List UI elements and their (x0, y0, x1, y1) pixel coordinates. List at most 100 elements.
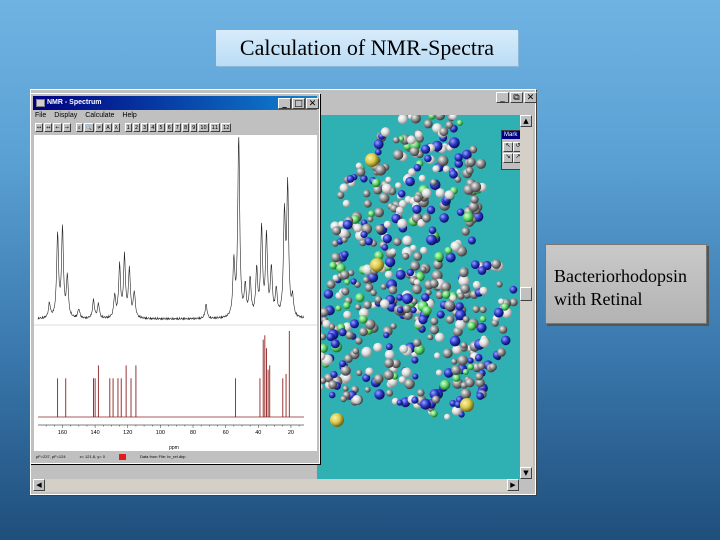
x-axis-label: ppm (169, 445, 179, 451)
page-1-button[interactable]: 1 (124, 123, 132, 132)
atom-grey (402, 252, 410, 260)
atom-grey (417, 388, 425, 397)
expand-right-icon[interactable]: ↔ (44, 123, 53, 132)
atom-white (339, 183, 349, 193)
x-tick-label-60: 60 (223, 430, 229, 436)
atom-grey (410, 115, 421, 124)
atom-grey (362, 276, 370, 284)
atom-green (479, 315, 487, 323)
page-2-button[interactable]: 2 (132, 123, 141, 132)
x-tick-label-160: 160 (58, 430, 67, 436)
nmr-minimize-button[interactable]: _ (278, 98, 291, 109)
text-icon[interactable]: A (104, 123, 112, 132)
scroll-up-icon[interactable]: ▲ (520, 115, 532, 127)
atom-grey (445, 121, 454, 129)
nmr-spectrum-chart: ppm 160 140 120 100 80 60 40 20 (34, 136, 317, 451)
atom-blue (436, 310, 445, 319)
menu-file[interactable]: File (35, 112, 46, 119)
nmr-spectrum-window[interactable]: NMR - Spectrum _ □ ✕ File Display Calcul… (30, 93, 320, 464)
page-8-button[interactable]: 8 (181, 123, 190, 132)
atom-grey (445, 315, 455, 324)
atom-grey (340, 395, 347, 403)
page-9-button[interactable]: 9 (190, 123, 198, 132)
horizontal-scrollbar[interactable]: ◀ ▶ (33, 479, 519, 492)
atom-white (442, 165, 450, 173)
atom-white (397, 115, 408, 125)
page-5-button[interactable]: 5 (157, 123, 165, 132)
atom-blue (421, 144, 431, 154)
atom-white (401, 367, 412, 378)
page-7-button[interactable]: 7 (173, 123, 181, 132)
scroll-left-icon[interactable]: ◀ (33, 479, 45, 491)
atom-blue (373, 139, 384, 150)
atom-blue (426, 205, 436, 215)
zoom-icon[interactable]: ⌕ (75, 123, 83, 132)
atom-grey (326, 279, 336, 289)
atom-grey (451, 365, 461, 375)
atom-white (472, 280, 481, 289)
atom-white (434, 332, 445, 343)
nmr-close-button[interactable]: ✕ (306, 98, 319, 109)
atom-green (422, 306, 432, 316)
atom-grey (472, 305, 480, 313)
marker-icon[interactable]: ≠ (95, 123, 104, 132)
atom-grey (390, 322, 397, 330)
menu-display[interactable]: Display (54, 112, 77, 119)
expand-left-icon[interactable]: ↔ (35, 123, 44, 132)
menu-help[interactable]: Help (122, 112, 136, 119)
atom-blue (341, 250, 349, 259)
spectrum-plot-area[interactable]: ppm 160 140 120 100 80 60 40 20 (34, 135, 317, 451)
atom-green (358, 314, 368, 324)
atom-grey (429, 279, 439, 288)
scroll-right-icon[interactable]: ▶ (507, 479, 519, 491)
arrow-right-icon[interactable]: → (62, 123, 71, 132)
vertical-scrollbar[interactable]: ▲ ▼ (520, 115, 533, 479)
atom-blue (410, 306, 417, 314)
atom-grey (332, 226, 342, 236)
atom-grey (342, 385, 349, 392)
atom-grey (470, 195, 479, 204)
atom-blue (467, 357, 474, 364)
atom-blue (411, 356, 419, 364)
page-10-button[interactable]: 10 (198, 123, 209, 132)
atom-grey (385, 389, 394, 397)
atom-grey (460, 388, 472, 400)
atom-grey (388, 285, 398, 295)
page-3-button[interactable]: 3 (141, 123, 149, 132)
molecule-render-area[interactable] (317, 115, 522, 479)
caption-line-2: with Retinal (554, 289, 643, 309)
atom-grey (430, 178, 438, 186)
atom-blue (383, 332, 390, 339)
atom-grey (356, 369, 363, 376)
page-6-button[interactable]: 6 (165, 123, 173, 132)
scroll-down-icon[interactable]: ▼ (520, 467, 532, 479)
atom-grey (374, 207, 384, 218)
atom-grey (423, 119, 433, 129)
atom-grey (378, 192, 390, 204)
restore-button[interactable]: ⧉ (510, 92, 523, 103)
mark-select-icon[interactable]: ↘ (503, 153, 513, 163)
atom-blue (467, 236, 476, 245)
atom-grey (392, 136, 400, 144)
lambda-icon[interactable]: λ (112, 123, 120, 132)
atom-blue (448, 137, 460, 149)
mark-arrow-icon[interactable]: ↖ (503, 142, 513, 152)
atom-blue (413, 164, 422, 172)
page-11-button[interactable]: 11 (209, 123, 221, 132)
arrow-left-icon[interactable]: ← (53, 123, 62, 132)
nmr-maximize-button[interactable]: □ (292, 98, 305, 109)
atom-grey (488, 363, 497, 372)
atom-white (365, 367, 374, 376)
scroll-thumb[interactable] (520, 287, 532, 301)
magnify-icon[interactable]: 🔍 (83, 123, 95, 132)
page-4-button[interactable]: 4 (149, 123, 157, 132)
atom-white (479, 286, 488, 295)
atom-blue (411, 396, 419, 404)
minimize-button[interactable]: _ (496, 92, 509, 103)
atom-grey (363, 300, 372, 310)
nmr-window-titlebar[interactable]: NMR - Spectrum _ □ ✕ (33, 96, 319, 110)
atom-blue (397, 190, 406, 198)
menu-calculate[interactable]: Calculate (85, 112, 114, 119)
close-button[interactable]: ✕ (524, 92, 537, 103)
page-12-button[interactable]: 12 (221, 123, 232, 132)
